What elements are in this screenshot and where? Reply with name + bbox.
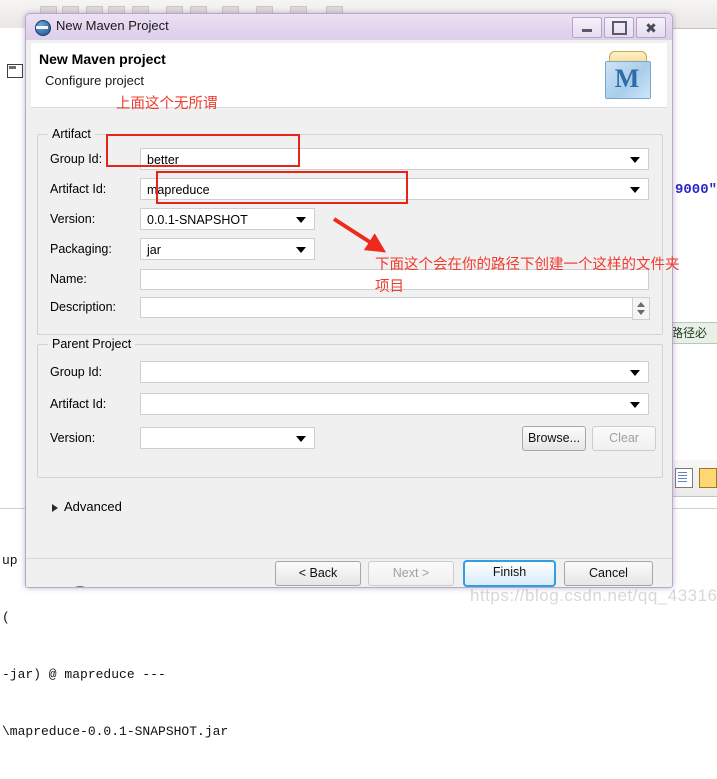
parent-artifact-id-label: Artifact Id: bbox=[50, 397, 107, 411]
console-line-3: \mapreduce-0.0.1-SNAPSHOT.jar bbox=[2, 724, 229, 739]
dialog-title: New Maven Project bbox=[56, 18, 169, 33]
dialog-titlebar[interactable]: New Maven Project ✖ bbox=[26, 14, 672, 41]
minimize-icon bbox=[582, 29, 592, 32]
description-scroll-spinner[interactable] bbox=[632, 297, 650, 320]
artifact-description-label: Description: bbox=[50, 300, 116, 314]
artifact-version-label: Version: bbox=[50, 212, 96, 226]
dialog-body: New Maven project Configure project M Ar… bbox=[26, 40, 672, 587]
maven-project-logo-icon: M bbox=[601, 47, 655, 99]
arrow-down-icon[interactable] bbox=[637, 310, 645, 315]
csdn-watermark: https://blog.csdn.net/qq_43316411 bbox=[470, 586, 717, 605]
artifact-version-combo[interactable]: 0.0.1-SNAPSHOT bbox=[140, 208, 315, 230]
arrow-up-icon[interactable] bbox=[637, 302, 645, 307]
artifact-group-label: Artifact bbox=[48, 127, 95, 141]
chevron-down-icon bbox=[296, 436, 306, 442]
artifact-name-label: Name: bbox=[50, 272, 87, 286]
chevron-right-icon[interactable] bbox=[52, 504, 58, 512]
parent-version-combo[interactable] bbox=[140, 427, 315, 449]
back-button[interactable]: < Back bbox=[275, 561, 361, 586]
window-controls: ✖ bbox=[570, 17, 666, 38]
artifact-packaging-label: Packaging: bbox=[50, 242, 112, 256]
close-icon: ✖ bbox=[645, 19, 657, 36]
cancel-button[interactable]: Cancel bbox=[564, 561, 653, 586]
chevron-down-icon bbox=[630, 402, 640, 408]
annotation-bottom-note-line1: 下面这个会在你的路径下创建一个这样的文件夹 bbox=[375, 257, 680, 273]
parent-project-group-label: Parent Project bbox=[48, 337, 136, 351]
finish-button[interactable]: Finish bbox=[463, 560, 556, 587]
parent-group-id-label: Group Id: bbox=[50, 365, 103, 379]
artifact-version-value: 0.0.1-SNAPSHOT bbox=[147, 213, 248, 227]
chevron-down-icon bbox=[630, 370, 640, 376]
chevron-down-icon bbox=[630, 187, 640, 193]
footer-divider bbox=[26, 558, 672, 559]
view-panel-icon bbox=[7, 64, 23, 78]
annotation-arrow-icon bbox=[332, 217, 387, 253]
chevron-down-icon bbox=[630, 157, 640, 163]
chevron-down-icon bbox=[296, 247, 306, 253]
minimize-button[interactable] bbox=[572, 17, 602, 38]
logo-letter: M bbox=[614, 64, 640, 93]
help-icon[interactable]: ? bbox=[68, 586, 92, 587]
wizard-title: New Maven project bbox=[39, 51, 166, 67]
wizard-subtitle: Configure project bbox=[45, 73, 144, 88]
artifact-artifact-id-label: Artifact Id: bbox=[50, 182, 107, 196]
annotation-rect-group-id bbox=[106, 134, 300, 167]
console-line-1: ( bbox=[2, 610, 18, 625]
artifact-packaging-value: jar bbox=[147, 243, 161, 257]
maven-circle-icon bbox=[35, 20, 51, 36]
clear-button[interactable]: Clear bbox=[592, 426, 656, 451]
parent-artifact-id-combo[interactable] bbox=[140, 393, 649, 415]
parent-group-id-combo[interactable] bbox=[140, 361, 649, 383]
maximize-icon bbox=[611, 20, 627, 35]
annotation-bottom-note-line2: 项目 bbox=[375, 279, 404, 295]
close-button[interactable]: ✖ bbox=[636, 17, 666, 38]
artifact-group-id-label: Group Id: bbox=[50, 152, 103, 166]
browse-button[interactable]: Browse... bbox=[522, 426, 586, 451]
parent-version-label: Version: bbox=[50, 431, 96, 445]
annotation-rect-artifact-id bbox=[156, 171, 408, 204]
artifact-packaging-combo[interactable]: jar bbox=[140, 238, 315, 260]
background-code-snippet: 9000" bbox=[674, 182, 717, 198]
console-line-2: -jar) @ mapreduce --- bbox=[2, 667, 166, 682]
document-remove-icon bbox=[675, 468, 693, 488]
next-button[interactable]: Next > bbox=[368, 561, 454, 586]
lock-icon bbox=[699, 468, 717, 488]
advanced-toggle[interactable]: Advanced bbox=[64, 499, 122, 514]
maximize-button[interactable] bbox=[604, 17, 634, 38]
annotation-top-note: 上面这个无所谓 bbox=[116, 96, 218, 112]
chevron-down-icon bbox=[296, 217, 306, 223]
artifact-description-input[interactable] bbox=[140, 297, 649, 318]
